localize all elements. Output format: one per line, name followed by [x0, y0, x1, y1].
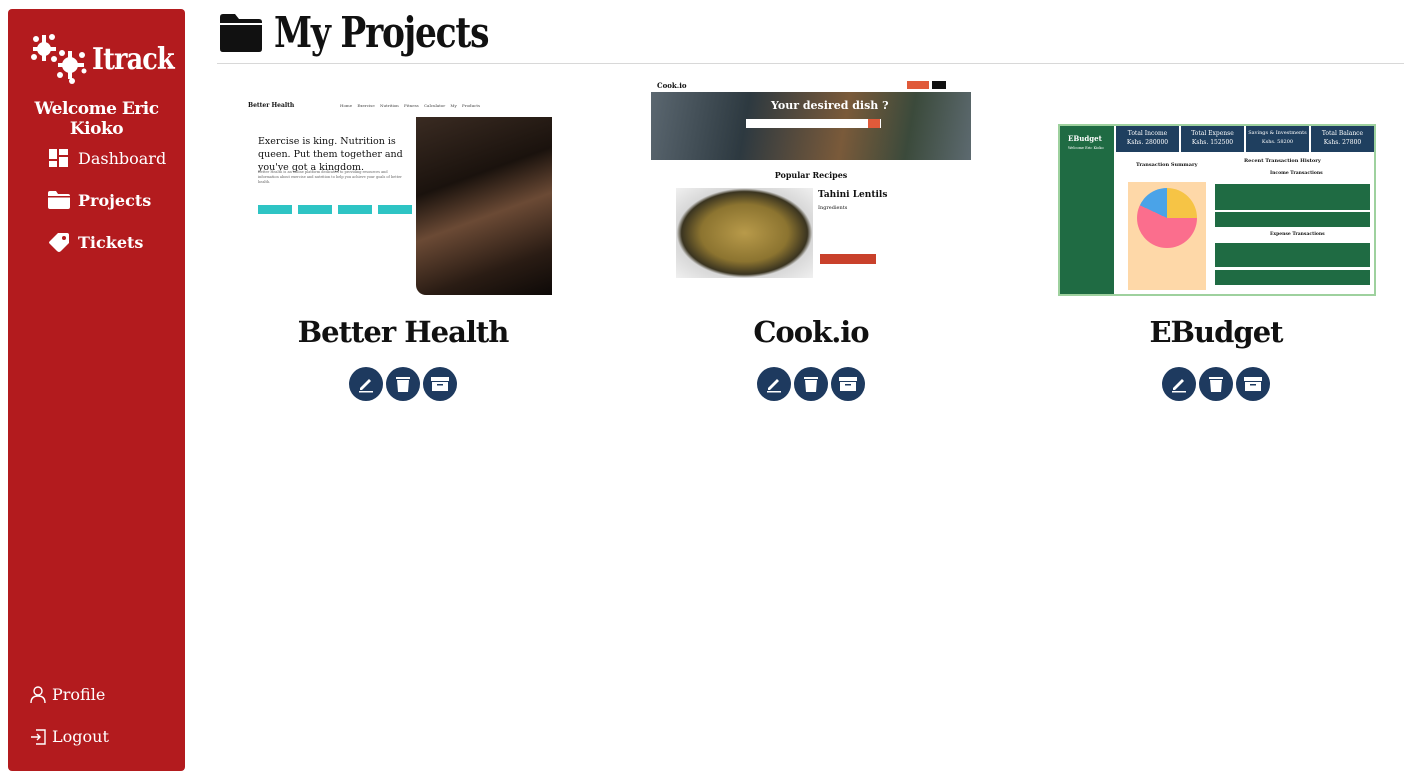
edit-button[interactable]	[1162, 367, 1196, 401]
thumb-links: Home Exercise Nutrition Fitness Calculat…	[340, 103, 481, 108]
splat-logo-icon	[31, 34, 87, 84]
sidebar-item-projects[interactable]: Projects	[48, 190, 151, 210]
archive-icon	[431, 377, 449, 391]
sidebar-item-label: Projects	[78, 190, 152, 210]
thumb-nav: Cook.io	[651, 80, 971, 92]
thumb-transactions	[1215, 184, 1370, 298]
sidebar-item-logout[interactable]: Logout	[30, 727, 109, 746]
trash-icon	[396, 377, 410, 392]
header-divider	[217, 63, 1404, 64]
thumb-sidebar: EBudget Welcome Eric Kioko	[1060, 126, 1114, 294]
project-name: Better Health	[297, 315, 510, 349]
tag-icon	[48, 232, 70, 252]
thumb-user: Welcome Eric Kioko	[1068, 146, 1104, 150]
thumb-logo: Better Health	[248, 102, 295, 109]
page-header: My Projects	[220, 8, 535, 57]
delete-button[interactable]	[1199, 367, 1233, 401]
archive-icon	[1244, 377, 1262, 391]
archive-button[interactable]	[1236, 367, 1270, 401]
thumb-ingredients: Ingredients	[818, 205, 848, 211]
thumb-nav: Better Health Home Exercise Nutrition Fi…	[240, 102, 566, 118]
project-thumbnail[interactable]: EBudget Welcome Eric Kioko Total Income K…	[1053, 80, 1379, 298]
edit-icon	[1172, 379, 1186, 393]
archive-icon	[839, 377, 857, 391]
edit-icon	[767, 379, 781, 393]
archive-button[interactable]	[831, 367, 865, 401]
sidebar: Itrack Welcome Eric Kioko Dashboard Proj…	[8, 9, 185, 771]
project-thumbnail[interactable]: Better Health Home Exercise Nutrition Fi…	[240, 80, 566, 298]
user-icon	[30, 685, 46, 704]
thumb-dashboard: EBudget Welcome Eric Kioko Total Income K…	[1058, 124, 1376, 296]
thumb-buttons	[258, 205, 412, 214]
thumb-headline: Exercise is king. Nutrition is queen. Pu…	[258, 136, 403, 173]
thumb-pie-panel	[1128, 182, 1206, 290]
logout-icon	[30, 728, 46, 746]
thumb-food-image	[676, 188, 813, 278]
project-actions	[240, 367, 566, 401]
project-actions	[648, 367, 974, 401]
folder-icon	[48, 190, 70, 210]
brand-name: Itrack	[92, 41, 175, 77]
trash-icon	[1209, 377, 1223, 392]
sidebar-item-dashboard[interactable]: Dashboard	[48, 148, 166, 168]
thumb-hero-title: Your desired dish ?	[771, 99, 889, 112]
sidebar-item-label: Profile	[52, 685, 106, 704]
thumb-photo	[416, 117, 552, 295]
project-thumbnail[interactable]: Cook.io Your desired dish ? Popular Reci…	[648, 80, 974, 298]
brand[interactable]: Itrack	[30, 31, 188, 87]
thumb-section-title: Popular Recipes	[774, 170, 848, 180]
trash-icon	[804, 377, 818, 392]
project-name: EBudget	[1149, 315, 1283, 349]
thumb-logo: Cook.io	[657, 81, 687, 90]
page-title: My Projects	[274, 8, 489, 57]
archive-button[interactable]	[423, 367, 457, 401]
sidebar-item-label: Dashboard	[78, 148, 167, 168]
thumb-hero: Your desired dish ?	[651, 92, 971, 160]
edit-button[interactable]	[757, 367, 791, 401]
project-actions	[1053, 367, 1379, 401]
welcome-text: Welcome Eric Kioko	[34, 99, 159, 139]
thumb-logo: EBudget	[1068, 134, 1102, 143]
folder-icon	[220, 13, 262, 52]
thumb-body: Better Health is an online platform dedi…	[258, 170, 402, 184]
sidebar-item-label: Tickets	[78, 232, 144, 252]
edit-icon	[359, 379, 373, 393]
edit-button[interactable]	[349, 367, 383, 401]
sidebar-item-tickets[interactable]: Tickets	[48, 232, 143, 252]
dashboard-icon	[48, 148, 70, 168]
sidebar-item-label: Logout	[52, 727, 109, 746]
thumb-recipe-name: Tahini Lentils	[818, 190, 888, 200]
delete-button[interactable]	[386, 367, 420, 401]
thumb-pie-chart	[1137, 188, 1197, 248]
sidebar-item-profile[interactable]: Profile	[30, 685, 105, 704]
project-name: Cook.io	[753, 315, 869, 349]
thumb-stats: Total Income Kshs. 280000 Total Expense Ks…	[1116, 126, 1374, 152]
delete-button[interactable]	[794, 367, 828, 401]
